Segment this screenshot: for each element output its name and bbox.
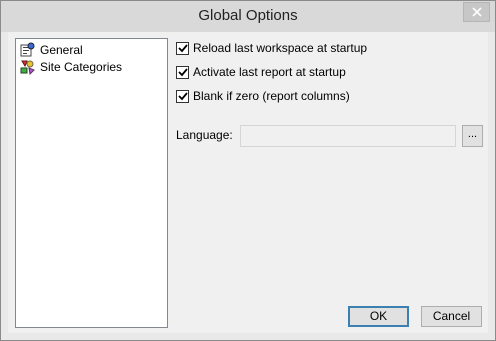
language-field[interactable]: [240, 125, 456, 147]
activate-report-label: Activate last report at startup: [193, 65, 346, 79]
ok-button[interactable]: OK: [348, 306, 409, 327]
blank-if-zero-option[interactable]: Blank if zero (report columns): [176, 88, 350, 104]
blank-if-zero-checkbox[interactable]: [176, 89, 189, 103]
reload-workspace-label: Reload last workspace at startup: [193, 41, 368, 55]
reload-workspace-checkbox[interactable]: [176, 41, 189, 55]
activate-report-option[interactable]: Activate last report at startup: [176, 64, 346, 80]
blank-if-zero-label: Blank if zero (report columns): [193, 89, 350, 103]
window-title: Global Options: [198, 7, 298, 24]
site-categories-icon: [20, 60, 35, 75]
language-browse-button[interactable]: ...: [462, 125, 483, 147]
close-icon: [471, 7, 482, 17]
tree-item-label: Site Categories: [40, 60, 123, 74]
title-bar[interactable]: Global Options: [1, 1, 495, 32]
reload-workspace-option[interactable]: Reload last workspace at startup: [176, 40, 367, 56]
general-settings-icon: [20, 42, 35, 57]
checkmark-icon: [177, 44, 188, 53]
options-category-tree[interactable]: General Site Categories: [15, 38, 168, 328]
global-options-dialog: Global Options General Site Categories R…: [0, 0, 496, 341]
tree-item-general[interactable]: General: [19, 42, 83, 58]
checkmark-icon: [177, 68, 188, 77]
checkmark-icon: [177, 92, 188, 101]
tree-item-site-categories[interactable]: Site Categories: [19, 59, 122, 75]
close-button[interactable]: [463, 2, 490, 22]
cancel-button[interactable]: Cancel: [421, 306, 482, 327]
activate-report-checkbox[interactable]: [176, 65, 189, 79]
language-label: Language:: [176, 128, 233, 142]
dialog-client-area: General Site Categories Reload last work…: [8, 32, 488, 333]
tree-item-label: General: [40, 43, 83, 57]
